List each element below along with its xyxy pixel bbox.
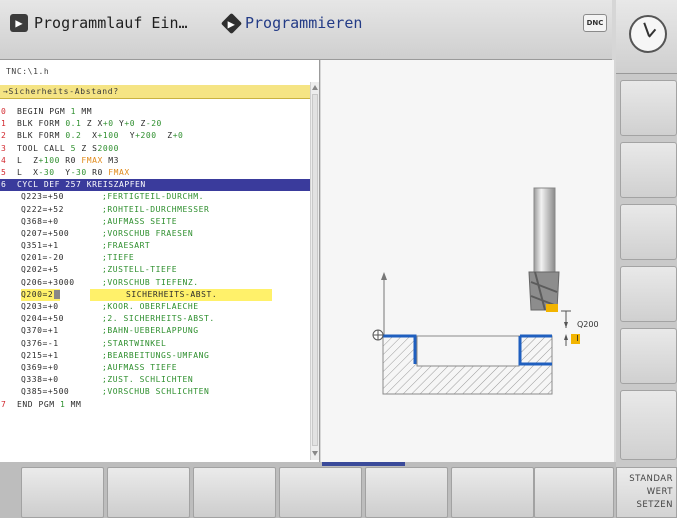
program-line-end[interactable]: 7 END PGM 1 MM xyxy=(0,399,310,411)
scrollbar-thumb[interactable] xyxy=(312,94,318,446)
vertical-softkey-bar: STANDAR WERT SETZEN xyxy=(616,0,677,518)
param-line[interactable]: Q370=+1 ;BAHN-UEBERLAPPUNG xyxy=(0,325,310,337)
softkey-2[interactable] xyxy=(107,467,190,518)
program-lines: 0 BEGIN PGM 1 MM 1 BLK FORM 0.1 Z X+0 Y+0 … xyxy=(0,106,310,411)
param-line-active[interactable]: Q200=2 SICHERHEITS-ABST. xyxy=(0,288,310,302)
program-line[interactable]: 4L Z+100 R0 FMAX M3 xyxy=(0,155,310,167)
program-line[interactable]: 1 BLK FORM 0.1 Z X+0 Y+0 Z-20 xyxy=(0,118,310,130)
softkey-label-line1: STANDAR xyxy=(629,474,673,484)
mode-program-run[interactable]: ▶ Programmlauf Ein… xyxy=(10,12,188,34)
param-line[interactable]: Q206=+3000 ;VORSCHUB TIEFENZ. xyxy=(0,277,310,289)
scroll-down-icon[interactable] xyxy=(312,451,318,456)
param-line[interactable]: Q368=+0 ;AUFMASS SEITE xyxy=(0,216,310,228)
softkey-level-indicator xyxy=(322,462,405,466)
softkey-1[interactable] xyxy=(21,467,104,518)
programming-icon: ▶ xyxy=(220,12,243,34)
clock-icon xyxy=(629,15,667,53)
vertical-softkey-5[interactable] xyxy=(620,328,677,384)
param-line[interactable]: Q202=+5 ;ZUSTELL-TIEFE xyxy=(0,264,310,276)
mode-programming-label: Programmieren xyxy=(245,14,363,32)
mode-program-run-label: Programmlauf Ein… xyxy=(34,14,188,32)
program-line[interactable]: 0 BEGIN PGM 1 MM xyxy=(0,106,310,118)
param-line[interactable]: Q203=+0 ;KOOR. OBERFLAECHE xyxy=(0,301,310,313)
softkey-4[interactable] xyxy=(279,467,362,518)
program-line[interactable]: 5L X-30 Y-30 R0 FMAX xyxy=(0,167,310,179)
softkey-label-line2: WERT xyxy=(646,487,673,497)
cycle-illustration xyxy=(372,187,580,395)
default-value-set-softkey[interactable]: STANDAR WERT SETZEN xyxy=(616,467,677,518)
clock-widget xyxy=(616,0,677,74)
vertical-softkey-3[interactable] xyxy=(620,204,677,260)
tool-icon xyxy=(533,187,556,274)
param-line[interactable]: Q201=-20 ;TIEFE xyxy=(0,252,310,264)
program-line[interactable]: 2 BLK FORM 0.2 X+100 Y+200 Z+0 xyxy=(0,130,310,142)
softkey-3[interactable] xyxy=(193,467,276,518)
param-line[interactable]: Q369=+0 ;AUFMASS TIEFE xyxy=(0,362,310,374)
program-line[interactable]: 3 TOOL CALL 5 Z S2000 xyxy=(0,143,310,155)
program-run-icon: ▶ xyxy=(10,14,28,32)
param-line[interactable]: Q338=+0 ;ZUST. SCHLICHTEN xyxy=(0,374,310,386)
q200-marker: I xyxy=(576,334,579,343)
vertical-softkey-6[interactable] xyxy=(620,390,677,460)
vertical-softkey-1[interactable] xyxy=(620,80,677,136)
vertical-softkey-4[interactable] xyxy=(620,266,677,322)
dnc-badge: DNC xyxy=(583,14,607,32)
softkey-5[interactable] xyxy=(365,467,448,518)
param-line[interactable]: Q351=+1 ;FRAESART xyxy=(0,240,310,252)
param-line[interactable]: Q215=+1 ;BEARBEITUNGS-UMFANG xyxy=(0,350,310,362)
softkey-7[interactable] xyxy=(534,467,614,518)
scroll-up-icon[interactable] xyxy=(312,84,318,90)
mode-programming[interactable]: ▶ Programmieren xyxy=(220,12,363,34)
param-line[interactable]: Q385=+500 ;VORSCHUB SCHLICHTEN xyxy=(0,386,310,398)
file-path: TNC:\1.h xyxy=(6,67,50,76)
q200-label: Q200 xyxy=(577,320,599,329)
softkey-label-line3: SETZEN xyxy=(636,500,673,510)
vertical-softkey-2[interactable] xyxy=(620,142,677,198)
dialog-question: →Sicherheits-Abstand? xyxy=(0,85,316,99)
editor-scrollbar[interactable] xyxy=(310,82,319,460)
param-line[interactable]: Q222=+52 ;ROHTEIL-DURCHMESSER xyxy=(0,204,310,216)
param-line[interactable]: Q223=+50 ;FERTIGTEIL-DURCHM. xyxy=(0,191,310,203)
header-bar: ▶ Programmlauf Ein… ▶ Programmieren DNC xyxy=(0,0,612,60)
help-graphic: Q200 I xyxy=(321,60,614,462)
program-editor: TNC:\1.h →Sicherheits-Abstand? 0 BEGIN PG… xyxy=(0,60,320,462)
param-line[interactable]: Q204=+50 ;2. SICHERHEITS-ABST. xyxy=(0,313,310,325)
softkey-6[interactable] xyxy=(451,467,534,518)
text-cursor xyxy=(54,289,61,299)
program-line-cycle-def[interactable]: 6 CYCL DEF 257 KREISZAPFEN xyxy=(0,179,310,192)
param-line[interactable]: Q376=-1 ;STARTWINKEL xyxy=(0,338,310,350)
param-line[interactable]: Q207=+500 ;VORSCHUB FRAESEN xyxy=(0,228,310,240)
